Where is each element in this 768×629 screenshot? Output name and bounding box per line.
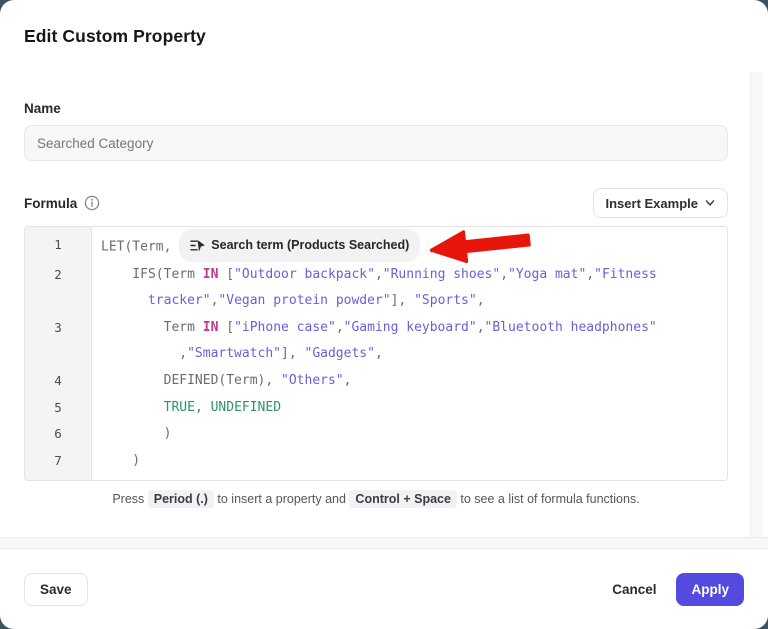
- code-token: "Gadgets": [305, 346, 375, 361]
- code-token: IN: [203, 320, 219, 335]
- code-token: "Outdoor backpack": [234, 267, 375, 282]
- code-line: 6 ): [25, 421, 727, 448]
- line-number: [25, 288, 91, 315]
- code-token: ): [101, 453, 140, 468]
- code-text: ): [91, 448, 140, 475]
- line-number: 4: [25, 368, 91, 395]
- code-text: ,"Smartwatch"], "Gadgets",: [91, 341, 383, 368]
- code-token: ,: [336, 320, 344, 335]
- info-icon[interactable]: [84, 195, 100, 211]
- cancel-button[interactable]: Cancel: [612, 582, 656, 597]
- code-line: 3 Term IN ["iPhone case","Gaming keyboar…: [25, 315, 727, 342]
- formula-label-wrap: Formula: [24, 195, 100, 211]
- code-token: ,: [500, 267, 508, 282]
- code-line: ,"Smartwatch"], "Gadgets",: [25, 341, 727, 368]
- code-line: 4 DEFINED(Term), "Others",: [25, 368, 727, 395]
- search-term-icon: [190, 239, 205, 252]
- code-token: ],: [391, 293, 414, 308]
- code-token: "Fitness: [594, 267, 657, 282]
- code-token: ): [101, 426, 171, 441]
- code-token: [101, 400, 164, 415]
- formula-hint: Press Period (.) to insert a property an…: [24, 492, 728, 506]
- kbd-period: Period (.): [148, 490, 214, 508]
- code-token: Term: [101, 320, 203, 335]
- footer-right: Cancel Apply: [612, 573, 744, 606]
- code-line: 7 ): [25, 448, 727, 475]
- hint-text: Press: [112, 492, 147, 506]
- code-token: ,: [344, 373, 352, 388]
- code-token: DEFINED(Term),: [101, 373, 281, 388]
- apply-button[interactable]: Apply: [676, 573, 744, 606]
- code-text: IFS(Term IN ["Outdoor backpack","Running…: [91, 262, 657, 289]
- code-token: "Sports": [414, 293, 477, 308]
- code-token: [101, 293, 148, 308]
- line-number: 3: [25, 315, 91, 342]
- code-token: ,: [375, 346, 383, 361]
- code-token: tracker": [148, 293, 211, 308]
- code-token: ,: [420, 239, 436, 254]
- code-token: ,: [375, 267, 383, 282]
- line-number: 6: [25, 421, 91, 448]
- modal-title: Edit Custom Property: [24, 26, 728, 47]
- code-text: Term IN ["iPhone case","Gaming keyboard"…: [91, 315, 657, 342]
- formula-label: Formula: [24, 196, 77, 211]
- code-line: 2 IFS(Term IN ["Outdoor backpack","Runni…: [25, 262, 727, 289]
- code-token: "iPhone case": [234, 320, 336, 335]
- code-line: 5 TRUE, UNDEFINED: [25, 395, 727, 422]
- code-text: TRUE, UNDEFINED: [91, 395, 281, 422]
- code-token: IFS(Term: [101, 267, 203, 282]
- code-token: [: [218, 320, 234, 335]
- code-token: "Running shoes": [383, 267, 500, 282]
- code-token: LET(Term,: [101, 239, 179, 254]
- insert-example-button[interactable]: Insert Example: [593, 188, 729, 218]
- code-token: ,: [101, 346, 187, 361]
- code-token: ],: [281, 346, 304, 361]
- code-token: ,: [477, 320, 485, 335]
- code-line: 1LET(Term, Search term (Products Searche…: [25, 232, 727, 262]
- code-token: "Smartwatch": [187, 346, 281, 361]
- name-label: Name: [24, 101, 728, 116]
- hint-text: to see a list of formula functions.: [457, 492, 640, 506]
- horizontal-scrollbar[interactable]: [0, 537, 768, 549]
- chevron-down-icon: [705, 198, 715, 208]
- name-section: Name: [24, 101, 728, 161]
- save-button[interactable]: Save: [24, 573, 88, 606]
- modal-footer: Save Cancel Apply: [0, 549, 768, 629]
- code-text: tracker", "Vegan protein powder"], "Sport…: [91, 288, 485, 315]
- code-token: TRUE: [164, 400, 195, 415]
- code-token: "Bluetooth headphones": [485, 320, 657, 335]
- code-token: "Yoga mat": [508, 267, 586, 282]
- line-number: [25, 341, 91, 368]
- code-token: "Others": [281, 373, 344, 388]
- edit-custom-property-modal: Edit Custom Property Name Formula Insert…: [0, 0, 768, 629]
- code-token: [: [218, 267, 234, 282]
- code-text: DEFINED(Term), "Others",: [91, 368, 351, 395]
- code-token: ,: [586, 267, 594, 282]
- code-text: ): [91, 421, 171, 448]
- code-token: "Gaming keyboard": [344, 320, 477, 335]
- code-token: UNDEFINED: [211, 400, 281, 415]
- name-input[interactable]: [24, 125, 728, 161]
- property-chip-label: Search term (Products Searched): [211, 232, 409, 259]
- formula-code-editor[interactable]: 1LET(Term, Search term (Products Searche…: [24, 226, 728, 481]
- line-number: 2: [25, 262, 91, 289]
- code-token: ,: [477, 293, 485, 308]
- line-number: 7: [25, 448, 91, 475]
- hint-text: to insert a property and: [214, 492, 350, 506]
- code-line: tracker", "Vegan protein powder"], "Sport…: [25, 288, 727, 315]
- code-token: "Vegan protein powder": [218, 293, 390, 308]
- formula-header: Formula Insert Example: [24, 188, 728, 218]
- insert-example-label: Insert Example: [606, 196, 699, 211]
- line-number: 1: [25, 232, 91, 262]
- vertical-scrollbar[interactable]: [750, 72, 763, 537]
- line-number: 5: [25, 395, 91, 422]
- kbd-control-space: Control + Space: [349, 490, 457, 508]
- modal-body: Edit Custom Property Name Formula Insert…: [0, 0, 768, 506]
- code-token: IN: [203, 267, 219, 282]
- code-text: LET(Term, Search term (Products Searched…: [91, 232, 436, 262]
- code-rows: 1LET(Term, Search term (Products Searche…: [25, 232, 727, 474]
- code-token: ,: [195, 400, 211, 415]
- property-chip[interactable]: Search term (Products Searched): [179, 229, 420, 262]
